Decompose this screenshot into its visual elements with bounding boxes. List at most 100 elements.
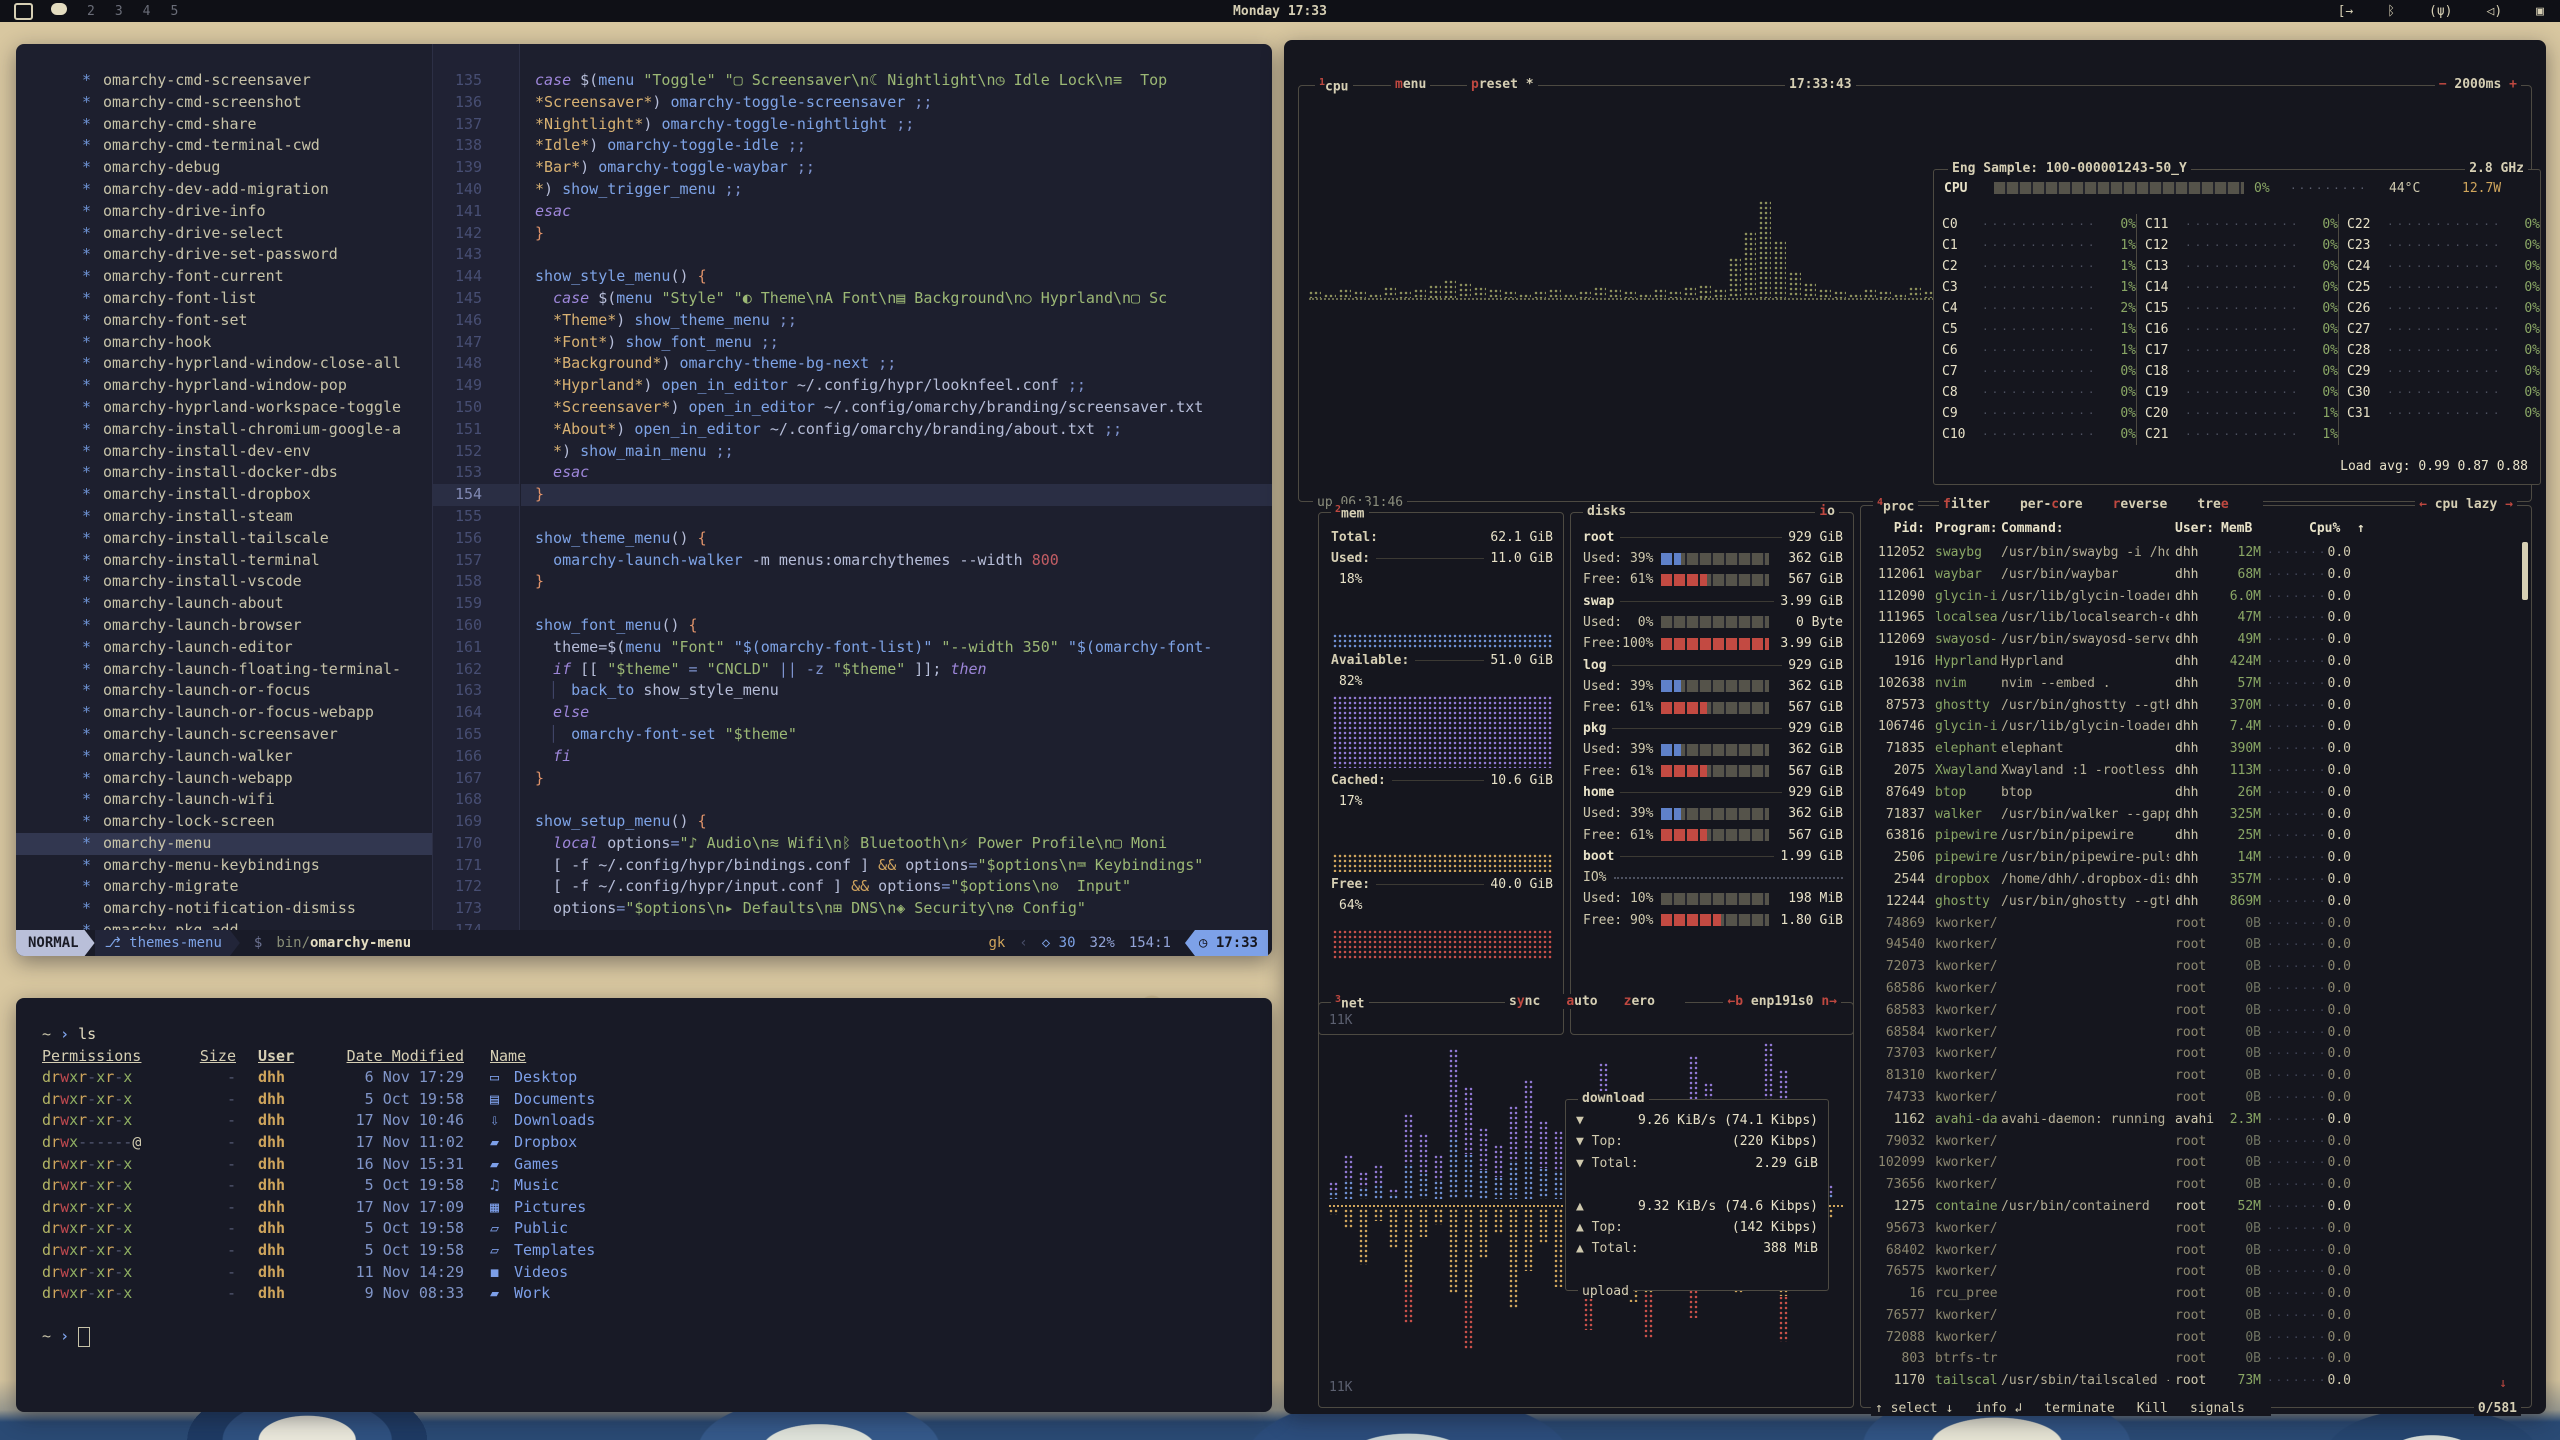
process-row[interactable]: 94540kworker/root0B·········0.0 <box>1861 934 2517 956</box>
code-line[interactable]: show_setup_menu() { <box>521 811 1272 833</box>
proc-footer-action[interactable]: terminate <box>2044 1401 2114 1416</box>
process-row[interactable]: 63816pipewire/usr/bin/pipewiredhh25M····… <box>1861 825 2517 847</box>
code-line[interactable]: show_style_menu() { <box>521 266 1272 288</box>
update-interval-control[interactable]: − 2000ms + <box>2435 77 2521 92</box>
proc-option-tab[interactable]: per-core <box>2020 497 2083 512</box>
file-item[interactable]: *omarchy-launch-or-focus-webapp <box>16 702 432 724</box>
preset-button[interactable]: preset * <box>1467 77 1538 92</box>
process-row[interactable]: 102638nvimnvim --embed .dhh57M·········0… <box>1861 673 2517 695</box>
col-program[interactable]: Program: <box>1935 518 1998 539</box>
code-line[interactable]: ▏ omarchy-font-set "$theme" <box>521 724 1272 746</box>
file-item[interactable]: *omarchy-launch-walker <box>16 746 432 768</box>
logout-icon[interactable]: [→ <box>2338 4 2354 19</box>
code-line[interactable] <box>521 593 1272 615</box>
net-tab[interactable]: sync <box>1509 994 1540 1009</box>
process-row[interactable]: 74869kworker/root0B·········0.0 <box>1861 913 2517 935</box>
process-row[interactable]: 1916HyprlandHyprlanddhh424M·········0.0 <box>1861 651 2517 673</box>
proc-footer-action[interactable]: Kill <box>2137 1401 2168 1416</box>
dir-name[interactable]: Work <box>514 1284 550 1302</box>
process-list[interactable]: 112052swaybg/usr/bin/swaybg -i /homdhh12… <box>1861 542 2517 1393</box>
proc-option-tab[interactable]: tree <box>2197 497 2228 512</box>
workspace-1[interactable] <box>51 3 67 15</box>
process-row[interactable]: 112061waybar/usr/bin/waybardhh68M·······… <box>1861 564 2517 586</box>
code-line[interactable]: options="$options\n▸ Defaults\n⊞ DNS\n◈ … <box>521 898 1272 920</box>
code-line[interactable]: else <box>521 702 1272 724</box>
file-item[interactable]: *omarchy-font-current <box>16 266 432 288</box>
code-line[interactable]: } <box>521 484 1272 506</box>
file-item[interactable]: *omarchy-drive-info <box>16 201 432 223</box>
process-row[interactable]: 112052swaybg/usr/bin/swaybg -i /homdhh12… <box>1861 542 2517 564</box>
workspace-3[interactable]: 3 <box>115 4 123 19</box>
process-row[interactable]: 106746glycin-i/usr/lib/glycin-loadersdhh… <box>1861 716 2517 738</box>
proc-scrollbar[interactable] <box>2522 542 2528 600</box>
file-item[interactable]: *omarchy-cmd-screenshot <box>16 92 432 114</box>
code-line[interactable] <box>521 506 1272 528</box>
file-item[interactable]: *omarchy-cmd-terminal-cwd <box>16 135 432 157</box>
process-row[interactable]: 102099kworker/root0B·········0.0 <box>1861 1152 2517 1174</box>
code-pane[interactable]: case $(menu "Toggle" "▢ Screensaver\n☾ N… <box>521 44 1272 930</box>
code-line[interactable]: case $(menu "Style" "◐ Theme\nA Font\n▤ … <box>521 288 1272 310</box>
process-row[interactable]: 68402kworker/root0B·········0.0 <box>1861 1240 2517 1262</box>
scroll-down-arrow[interactable]: ↓ <box>2499 1376 2507 1391</box>
process-row[interactable]: 1275containe/usr/bin/containerdroot52M··… <box>1861 1196 2517 1218</box>
file-item[interactable]: *omarchy-hyprland-workspace-toggle <box>16 397 432 419</box>
col-pid[interactable]: Pid: <box>1861 518 1925 539</box>
workspace-5[interactable]: 5 <box>170 4 178 19</box>
code-line[interactable]: [ -f ~/.config/hypr/bindings.conf ] && o… <box>521 855 1272 877</box>
process-row[interactable]: 73703kworker/root0B·········0.0 <box>1861 1043 2517 1065</box>
code-line[interactable]: } <box>521 223 1272 245</box>
code-line[interactable]: case $(menu "Toggle" "▢ Screensaver\n☾ N… <box>521 70 1272 92</box>
code-line[interactable]: ▏ back_to show_style_menu <box>521 680 1272 702</box>
file-item[interactable]: *omarchy-hyprland-window-close-all <box>16 353 432 375</box>
code-line[interactable]: local options="♪ Audio\n≋ Wifi\nᛒ Blueto… <box>521 833 1272 855</box>
bluetooth-icon[interactable]: ᛒ <box>2387 4 2395 19</box>
file-item[interactable]: *omarchy-pkg-add <box>16 920 432 930</box>
file-item[interactable]: *omarchy-font-list <box>16 288 432 310</box>
file-item[interactable]: *omarchy-launch-wifi <box>16 789 432 811</box>
code-line[interactable]: *) show_trigger_menu ;; <box>521 179 1272 201</box>
code-line[interactable]: show_font_menu() { <box>521 615 1272 637</box>
file-item[interactable]: *omarchy-migrate <box>16 876 432 898</box>
code-line[interactable] <box>521 244 1272 266</box>
process-row[interactable]: 2506pipewire/usr/bin/pipewire-pulsedhh14… <box>1861 847 2517 869</box>
file-item[interactable]: *omarchy-install-terminal <box>16 550 432 572</box>
file-item[interactable]: *omarchy-drive-set-password <box>16 244 432 266</box>
io-mode-button[interactable]: io <box>1815 504 1839 519</box>
file-item[interactable]: *omarchy-cmd-screensaver <box>16 70 432 92</box>
process-row[interactable]: 803btrfs-trroot0B·········0.0 <box>1861 1348 2517 1370</box>
code-line[interactable]: } <box>521 768 1272 790</box>
net-interface[interactable]: ←b enp191s0 n→ <box>1723 994 1841 1009</box>
file-item[interactable]: *omarchy-launch-about <box>16 593 432 615</box>
file-item[interactable]: *omarchy-hyprland-window-pop <box>16 375 432 397</box>
sort-column-control[interactable]: ← cpu lazy → <box>2415 497 2517 512</box>
menu-button[interactable]: menu <box>1391 77 1430 92</box>
file-item[interactable]: *omarchy-install-steam <box>16 506 432 528</box>
col-command[interactable]: Command: <box>2001 518 2064 539</box>
code-line[interactable]: fi <box>521 746 1272 768</box>
process-row[interactable]: 71837walker/usr/bin/walker --gappldhh325… <box>1861 804 2517 826</box>
col-cpu[interactable]: Cpu% <box>2309 518 2340 539</box>
terminal-cursor[interactable] <box>78 1327 90 1347</box>
dir-name[interactable]: Documents <box>514 1090 595 1108</box>
net-tab[interactable]: zero <box>1624 994 1655 1009</box>
code-line[interactable]: esac <box>521 201 1272 223</box>
code-line[interactable] <box>521 789 1272 811</box>
code-line[interactable]: *Bar*) omarchy-toggle-waybar ;; <box>521 157 1272 179</box>
dir-name[interactable]: Public <box>514 1219 568 1237</box>
code-line[interactable]: *Screensaver*) open_in_editor ~/.config/… <box>521 397 1272 419</box>
file-item[interactable]: *omarchy-launch-floating-terminal- <box>16 659 432 681</box>
terminal-window[interactable]: ~ › lsPermissionsSizeUserDate ModifiedNa… <box>16 998 1272 1412</box>
file-item[interactable]: *omarchy-install-tailscale <box>16 528 432 550</box>
file-item[interactable]: *omarchy-hook <box>16 332 432 354</box>
file-item[interactable]: *omarchy-debug <box>16 157 432 179</box>
process-row[interactable]: 1162avahi-daavahi-daemon: running [avahi… <box>1861 1109 2517 1131</box>
code-line[interactable]: } <box>521 571 1272 593</box>
file-item[interactable]: *omarchy-install-dev-env <box>16 441 432 463</box>
window-icon[interactable] <box>14 3 33 20</box>
proc-footer-action[interactable]: signals <box>2190 1401 2245 1416</box>
file-item[interactable]: *omarchy-lock-screen <box>16 811 432 833</box>
process-row[interactable]: 2075XwaylandXwayland :1 -rootless -dhh11… <box>1861 760 2517 782</box>
disks-box-title[interactable]: disks <box>1583 504 1630 519</box>
process-row[interactable]: 68586kworker/root0B·········0.0 <box>1861 978 2517 1000</box>
file-item[interactable]: *omarchy-install-vscode <box>16 571 432 593</box>
